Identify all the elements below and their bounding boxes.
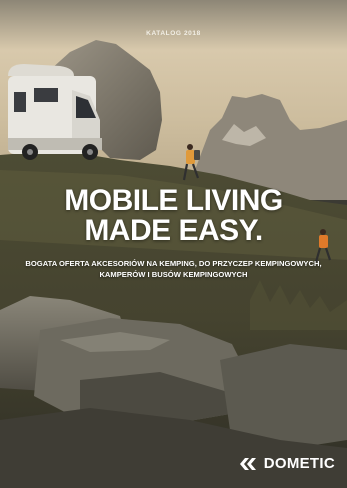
brand-logo: DOMETIC [239,455,335,472]
subheadline: BOGATA OFERTA AKCESORIÓW NA KEMPING, DO … [12,258,335,280]
headline-line-2: MADE EASY. [84,214,263,247]
headline-line-1: MOBILE LIVING [64,184,283,217]
headline: MOBILE LIVING MADE EASY. [0,186,347,246]
camper-van [8,64,102,160]
catalog-cover: KATALOG 2018 MOBILE LIVING MADE EASY. BO… [0,0,347,488]
brand-name: DOMETIC [263,455,335,472]
double-chevron-icon [239,457,256,470]
subheadline-line-2: KAMPERÓW I BUSÓW KEMPINGOWYCH [99,270,248,279]
catalog-label: KATALOG 2018 [146,30,201,37]
subheadline-line-1: BOGATA OFERTA AKCESORIÓW NA KEMPING, DO … [25,259,322,268]
